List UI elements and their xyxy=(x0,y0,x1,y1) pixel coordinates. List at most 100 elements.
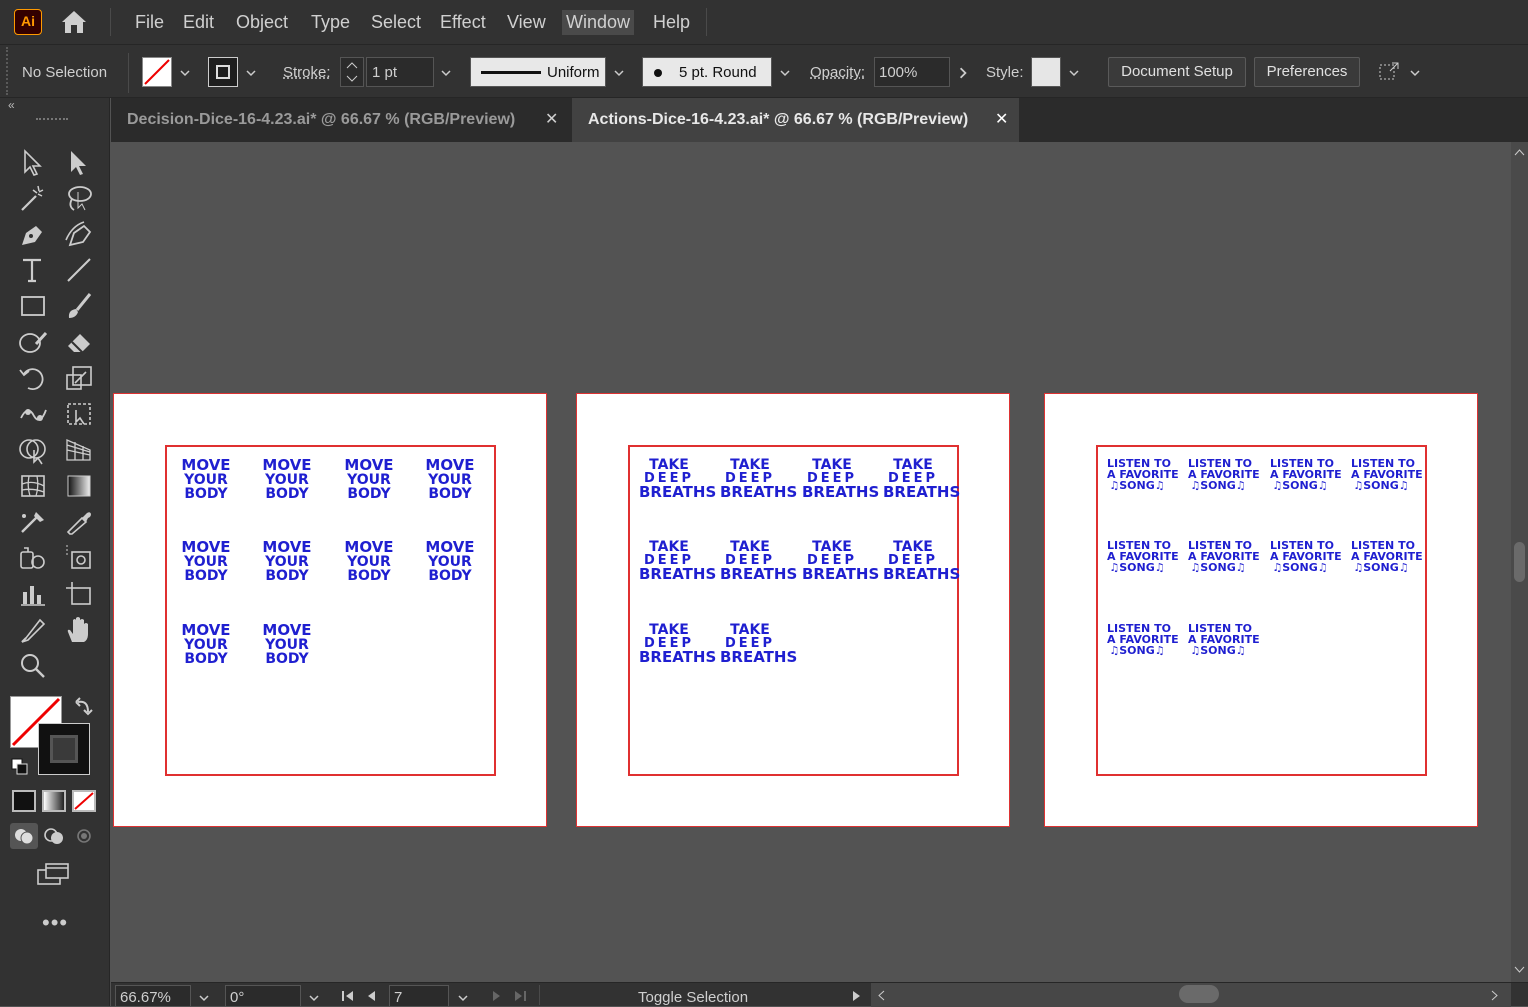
hand-tool-icon[interactable] xyxy=(62,614,96,646)
paintbrush-tool-icon[interactable] xyxy=(62,290,96,322)
rotate-view-field[interactable]: 0° xyxy=(225,985,301,1007)
none-mode-icon[interactable] xyxy=(72,790,96,812)
shaper-tool-icon[interactable] xyxy=(16,326,50,358)
sticker[interactable]: MOVE YOUR BODY xyxy=(176,623,236,681)
preferences-button[interactable]: Preferences xyxy=(1254,57,1360,87)
sticker[interactable]: LISTEN TO A FAVORITE ♫SONG♫ xyxy=(1270,540,1342,598)
more-tools-icon[interactable]: ••• xyxy=(42,910,68,936)
artboard-number-field[interactable]: 7 xyxy=(389,985,449,1007)
menu-file[interactable]: File xyxy=(131,10,168,35)
sticker[interactable]: LISTEN TO A FAVORITE ♫SONG♫ xyxy=(1188,458,1260,516)
toggle-selection-status[interactable]: Toggle Selection xyxy=(638,989,748,1006)
stroke-label[interactable]: Stroke: xyxy=(283,64,331,81)
stroke-swatch[interactable] xyxy=(208,57,238,87)
symbol-sprayer-tool-icon[interactable] xyxy=(16,542,50,574)
sticker[interactable]: TAKE DEEP BREATHS xyxy=(720,623,797,681)
scroll-down-icon[interactable] xyxy=(1514,966,1525,974)
chevron-down-icon[interactable] xyxy=(780,68,790,78)
arrange-icon[interactable] xyxy=(1376,59,1402,85)
curvature-tool-icon[interactable] xyxy=(62,218,96,250)
screen-mode-icon[interactable] xyxy=(36,860,72,888)
horizontal-scrollbar[interactable] xyxy=(871,983,1511,1007)
collapse-panel-icon[interactable]: « xyxy=(8,98,15,112)
chevron-down-icon[interactable] xyxy=(614,68,624,78)
artboard-listen-to-song[interactable]: LISTEN TO A FAVORITE ♫SONG♫ LISTEN TO A FAVO… xyxy=(1044,393,1478,827)
close-tab-icon[interactable]: ✕ xyxy=(545,98,558,142)
chevron-down-icon[interactable] xyxy=(246,68,256,78)
gradient-mode-icon[interactable] xyxy=(42,790,66,812)
stroke-weight-field[interactable]: 1 pt xyxy=(366,57,434,87)
status-menu-icon[interactable] xyxy=(851,990,861,1002)
sticker[interactable]: LISTEN TO A FAVORITE ♫SONG♫ xyxy=(1107,458,1179,516)
sticker[interactable]: LISTEN TO A FAVORITE ♫SONG♫ xyxy=(1107,623,1179,681)
sticker[interactable]: TAKE DEEP BREATHS xyxy=(639,623,716,681)
artboard-tool-icon[interactable] xyxy=(62,578,96,610)
sticker[interactable]: MOVE YOUR BODY xyxy=(257,458,317,516)
menu-help[interactable]: Help xyxy=(649,10,694,35)
sticker[interactable]: MOVE YOUR BODY xyxy=(420,458,480,516)
panel-grip[interactable] xyxy=(36,118,68,122)
selection-tool-icon[interactable] xyxy=(16,146,50,178)
sticker[interactable]: MOVE YOUR BODY xyxy=(176,540,236,598)
type-tool-icon[interactable] xyxy=(16,254,50,286)
magic-wand-tool-icon[interactable] xyxy=(16,182,50,214)
pen-tool-icon[interactable] xyxy=(16,218,50,250)
stroke-stepper[interactable] xyxy=(340,57,364,87)
first-artboard-icon[interactable] xyxy=(341,990,355,1002)
scroll-thumb[interactable] xyxy=(1179,985,1219,1003)
sticker[interactable]: LISTEN TO A FAVORITE ♫SONG♫ xyxy=(1188,540,1260,598)
direct-selection-tool-icon[interactable] xyxy=(62,146,96,178)
scale-tool-icon[interactable] xyxy=(62,362,96,394)
menu-view[interactable]: View xyxy=(503,10,550,35)
sticker[interactable]: TAKE DEEP BREATHS xyxy=(720,540,797,598)
sticker[interactable]: LISTEN TO A FAVORITE ♫SONG♫ xyxy=(1188,623,1260,681)
sticker[interactable]: LISTEN TO A FAVORITE ♫SONG♫ xyxy=(1351,458,1423,516)
chevron-down-icon[interactable] xyxy=(309,993,319,1003)
chevron-down-icon[interactable] xyxy=(180,68,190,78)
sticker[interactable]: MOVE YOUR BODY xyxy=(176,458,236,516)
home-icon[interactable] xyxy=(58,8,90,36)
variable-width-profile[interactable]: Uniform xyxy=(470,57,606,87)
menu-window[interactable]: Window xyxy=(562,10,635,35)
previous-artboard-icon[interactable] xyxy=(365,990,377,1002)
chevron-right-icon[interactable] xyxy=(957,67,969,79)
column-graph-tool-icon[interactable] xyxy=(16,578,50,610)
menu-type[interactable]: Type xyxy=(307,10,354,35)
gradient-tool-icon[interactable] xyxy=(62,470,96,502)
menu-object[interactable]: Object xyxy=(232,10,292,35)
eyedropper-tool-icon[interactable] xyxy=(62,506,96,538)
opacity-label[interactable]: Opacity: xyxy=(810,64,865,81)
menu-effect[interactable]: Effect xyxy=(436,10,490,35)
chevron-down-icon[interactable] xyxy=(199,993,209,1003)
sticker[interactable]: TAKE DEEP BREATHS xyxy=(639,540,716,598)
sticker[interactable]: TAKE DEEP BREATHS xyxy=(883,458,960,516)
draw-behind-icon[interactable] xyxy=(40,823,68,849)
shape-builder-tool-icon[interactable] xyxy=(16,434,50,466)
sticker[interactable]: MOVE YOUR BODY xyxy=(339,540,399,598)
sticker[interactable]: TAKE DEEP BREATHS xyxy=(802,458,879,516)
sticker[interactable]: LISTEN TO A FAVORITE ♫SONG♫ xyxy=(1270,458,1342,516)
last-artboard-icon[interactable] xyxy=(513,990,527,1002)
graphic-style-swatch[interactable] xyxy=(1031,57,1061,87)
chevron-down-icon[interactable] xyxy=(1410,68,1420,78)
blend-tool-icon[interactable] xyxy=(16,506,50,538)
sticker[interactable]: LISTEN TO A FAVORITE ♫SONG♫ xyxy=(1351,540,1423,598)
sticker[interactable]: TAKE DEEP BREATHS xyxy=(639,458,716,516)
swap-fill-stroke-icon[interactable] xyxy=(74,696,94,716)
artboard-move-your-body[interactable]: MOVE YOUR BODY MOVE YOUR BODY MOVE YOUR BODY MOVE… xyxy=(113,393,547,827)
line-segment-tool-icon[interactable] xyxy=(62,254,96,286)
brush-definition[interactable]: 5 pt. Round xyxy=(642,57,772,87)
chevron-down-icon[interactable] xyxy=(441,68,451,78)
sticker[interactable]: MOVE YOUR BODY xyxy=(257,540,317,598)
sticker[interactable]: TAKE DEEP BREATHS xyxy=(883,540,960,598)
vertical-scrollbar[interactable] xyxy=(1511,142,1528,982)
scroll-left-icon[interactable] xyxy=(877,990,885,1001)
puppet-warp-tool-icon[interactable] xyxy=(16,398,50,430)
sticker[interactable]: MOVE YOUR BODY xyxy=(339,458,399,516)
menu-select[interactable]: Select xyxy=(367,10,425,35)
scroll-right-icon[interactable] xyxy=(1491,990,1499,1001)
scroll-thumb[interactable] xyxy=(1514,542,1525,582)
sticker[interactable]: TAKE DEEP BREATHS xyxy=(802,540,879,598)
draw-inside-icon[interactable] xyxy=(70,823,98,849)
tab-actions-dice[interactable]: Actions-Dice-16-4.23.ai* @ 66.67 % (RGB/… xyxy=(572,98,1019,142)
